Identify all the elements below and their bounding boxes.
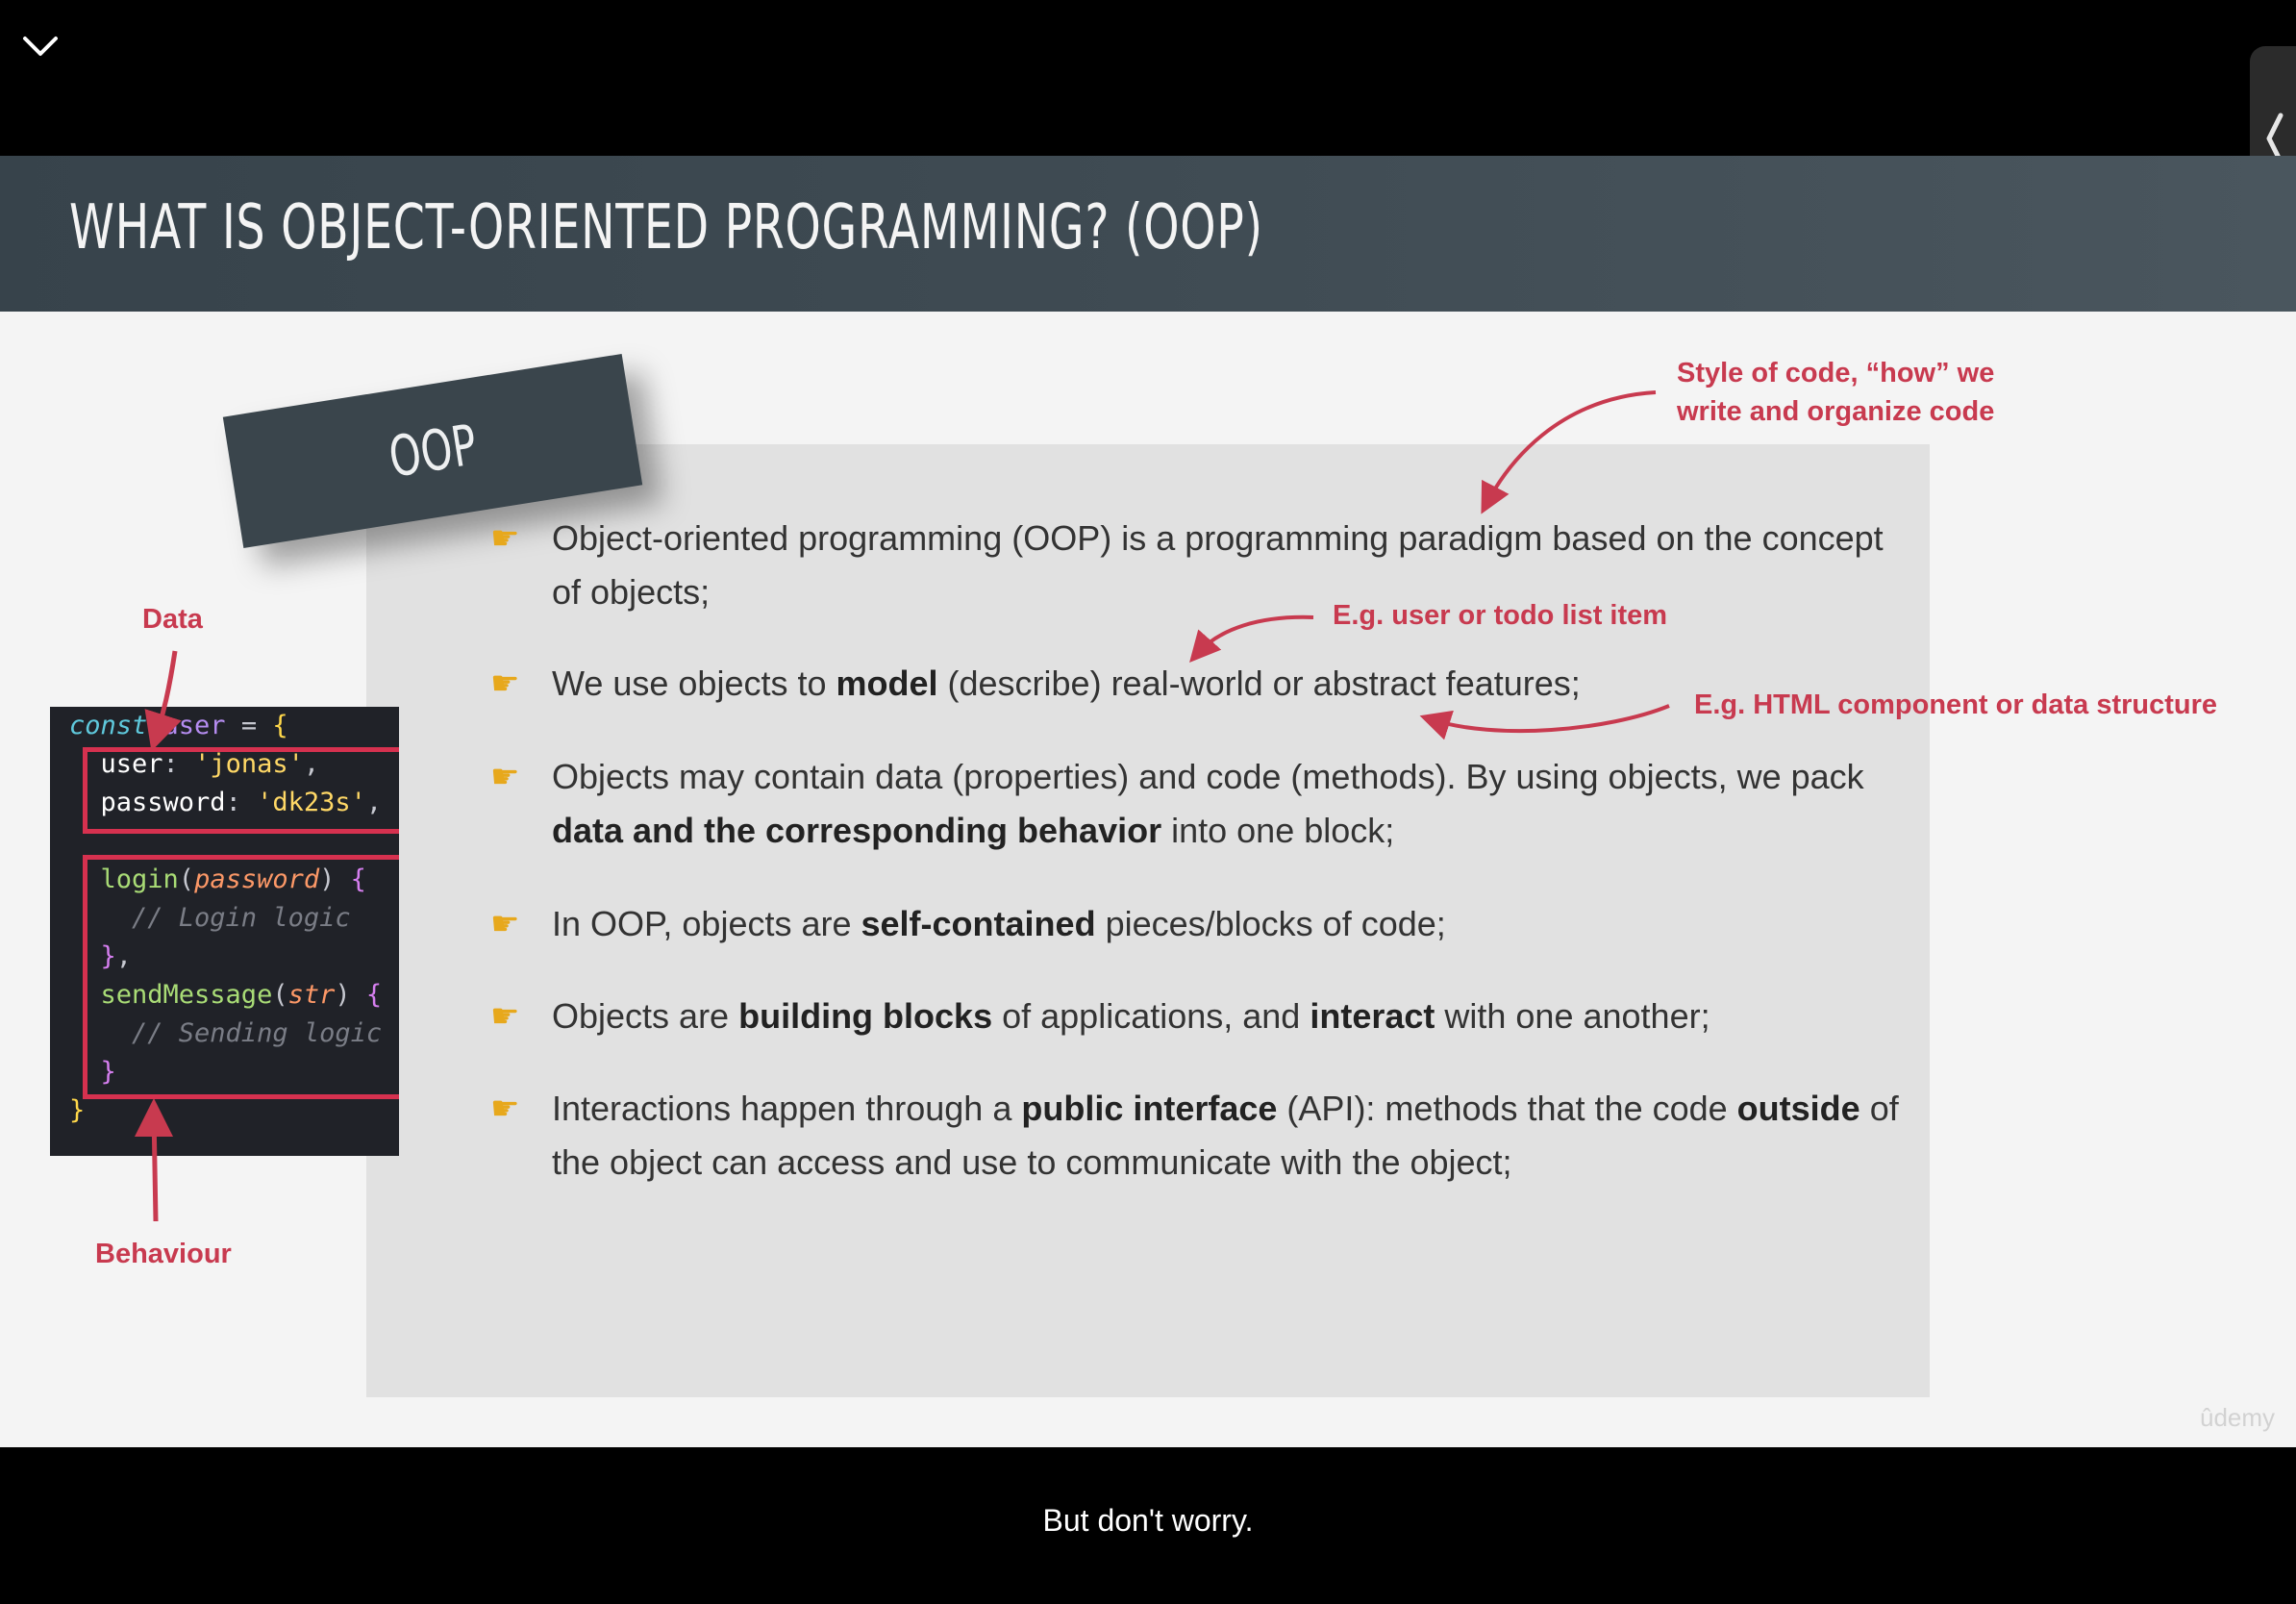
bullet-text: Objects are building blocks of applicati…	[552, 996, 1710, 1036]
pointing-hand-icon: ☛	[490, 520, 520, 557]
lecture-slide: WHAT IS OBJECT-ORIENTED PROGRAMMING? (OO…	[0, 156, 2296, 1447]
bullet-text: Object-oriented programming (OOP) is a p…	[552, 518, 1884, 612]
annotation-style-text: Style of code, “how” we write and organi…	[1677, 358, 1995, 427]
pointing-hand-icon: ☛	[490, 998, 520, 1035]
behaviour-highlight-box	[83, 855, 399, 1099]
bullet-text: Objects may contain data (properties) an…	[552, 757, 1864, 850]
bullet-text: In OOP, objects are self-contained piece…	[552, 904, 1446, 943]
code-snippet: const user = { user: 'jonas', password: …	[50, 707, 399, 1156]
bullet-text: Interactions happen through a public int…	[552, 1089, 1899, 1182]
bullet-item: ☛ Object-oriented programming (OOP) is a…	[490, 512, 1904, 619]
bullet-text: We use objects to model (describe) real-…	[552, 664, 1581, 703]
bullet-item: ☛ Objects may contain data (properties) …	[490, 750, 1904, 858]
annotation-html: E.g. HTML component or data structure	[1694, 689, 2218, 720]
video-player-topbar	[0, 0, 2296, 229]
pointing-hand-icon: ☛	[490, 906, 520, 942]
annotation-user: E.g. user or todo list item	[1333, 600, 1668, 631]
bullet-item: ☛ Interactions happen through a public i…	[490, 1082, 1904, 1190]
annotation-data: Data	[142, 604, 203, 635]
chevron-down-icon[interactable]	[19, 27, 62, 65]
pointing-hand-icon: ☛	[490, 759, 520, 795]
bullet-item: ☛ We use objects to model (describe) rea…	[490, 657, 1904, 711]
annotation-behaviour: Behaviour	[95, 1239, 232, 1269]
oop-tag-label: OOP	[384, 412, 482, 490]
data-highlight-box	[83, 747, 399, 834]
annotation-style: Style of code, “how” we write and organi…	[1677, 354, 2042, 431]
bullet-item: ☛ In OOP, objects are self-contained pie…	[490, 897, 1904, 951]
bullet-item: ☛ Objects are building blocks of applica…	[490, 990, 1904, 1043]
caption-area: But don't worry.	[0, 1447, 2296, 1604]
pointing-hand-icon: ☛	[490, 1090, 520, 1127]
pointing-hand-icon: ☛	[490, 665, 520, 702]
code-line: const user = {	[69, 711, 288, 740]
subtitle-caption: But don't worry.	[1042, 1503, 1254, 1538]
slide-title-bar: WHAT IS OBJECT-ORIENTED PROGRAMMING? (OO…	[0, 156, 2296, 312]
udemy-watermark: ûdemy	[2200, 1403, 2276, 1432]
slide-title: WHAT IS OBJECT-ORIENTED PROGRAMMING? (OO…	[69, 192, 1263, 263]
